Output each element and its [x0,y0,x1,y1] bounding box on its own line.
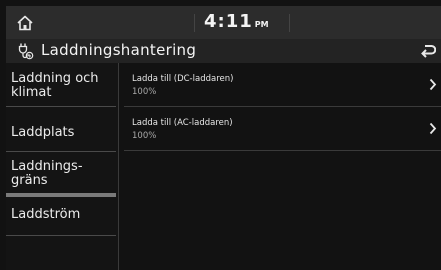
screen: 4:11 PM Laddningshantering Laddning och k… [0,0,441,270]
list-item-ac-charge-target[interactable]: Ladda till (AC-laddaren) 100% [124,107,441,151]
row-title: Ladda till (AC-laddaren) [132,118,233,128]
list-item-dc-charge-target[interactable]: Ladda till (DC-laddaren) 100% [124,63,441,107]
clock-ampm: PM [254,20,269,29]
page-title: Laddningshantering [41,41,197,59]
sidebar-item-label: Laddnings- gräns [11,159,83,188]
home-icon[interactable] [16,14,34,32]
sidebar: Laddning och klimat Laddplats Laddnings-… [6,63,118,270]
status-divider [194,14,195,32]
back-icon[interactable] [420,43,436,58]
row-value: 100% [132,131,157,141]
sidebar-item-charging-climate[interactable]: Laddning och klimat [6,63,116,107]
ev-charging-icon [18,43,34,60]
sidebar-item-label: Laddning och klimat [11,71,99,100]
sidebar-item-label: Laddström [11,207,81,222]
status-bar: 4:11 PM [6,6,441,39]
sidebar-item-charging-current[interactable]: Laddström [6,197,116,236]
row-title: Ladda till (DC-laddaren) [132,74,234,84]
sidebar-divider [118,63,119,270]
status-divider [289,14,290,32]
clock-time: 4:11 [204,11,253,32]
chevron-right-icon [429,78,437,91]
title-bar: Laddningshantering [6,39,441,63]
sidebar-item-charging-location[interactable]: Laddplats [6,107,116,152]
clock: 4:11 PM [204,11,269,32]
sidebar-item-charge-limit[interactable]: Laddnings- gräns [6,152,116,193]
sidebar-item-label: Laddplats [11,125,75,140]
row-value: 100% [132,87,157,97]
chevron-right-icon [429,122,437,135]
